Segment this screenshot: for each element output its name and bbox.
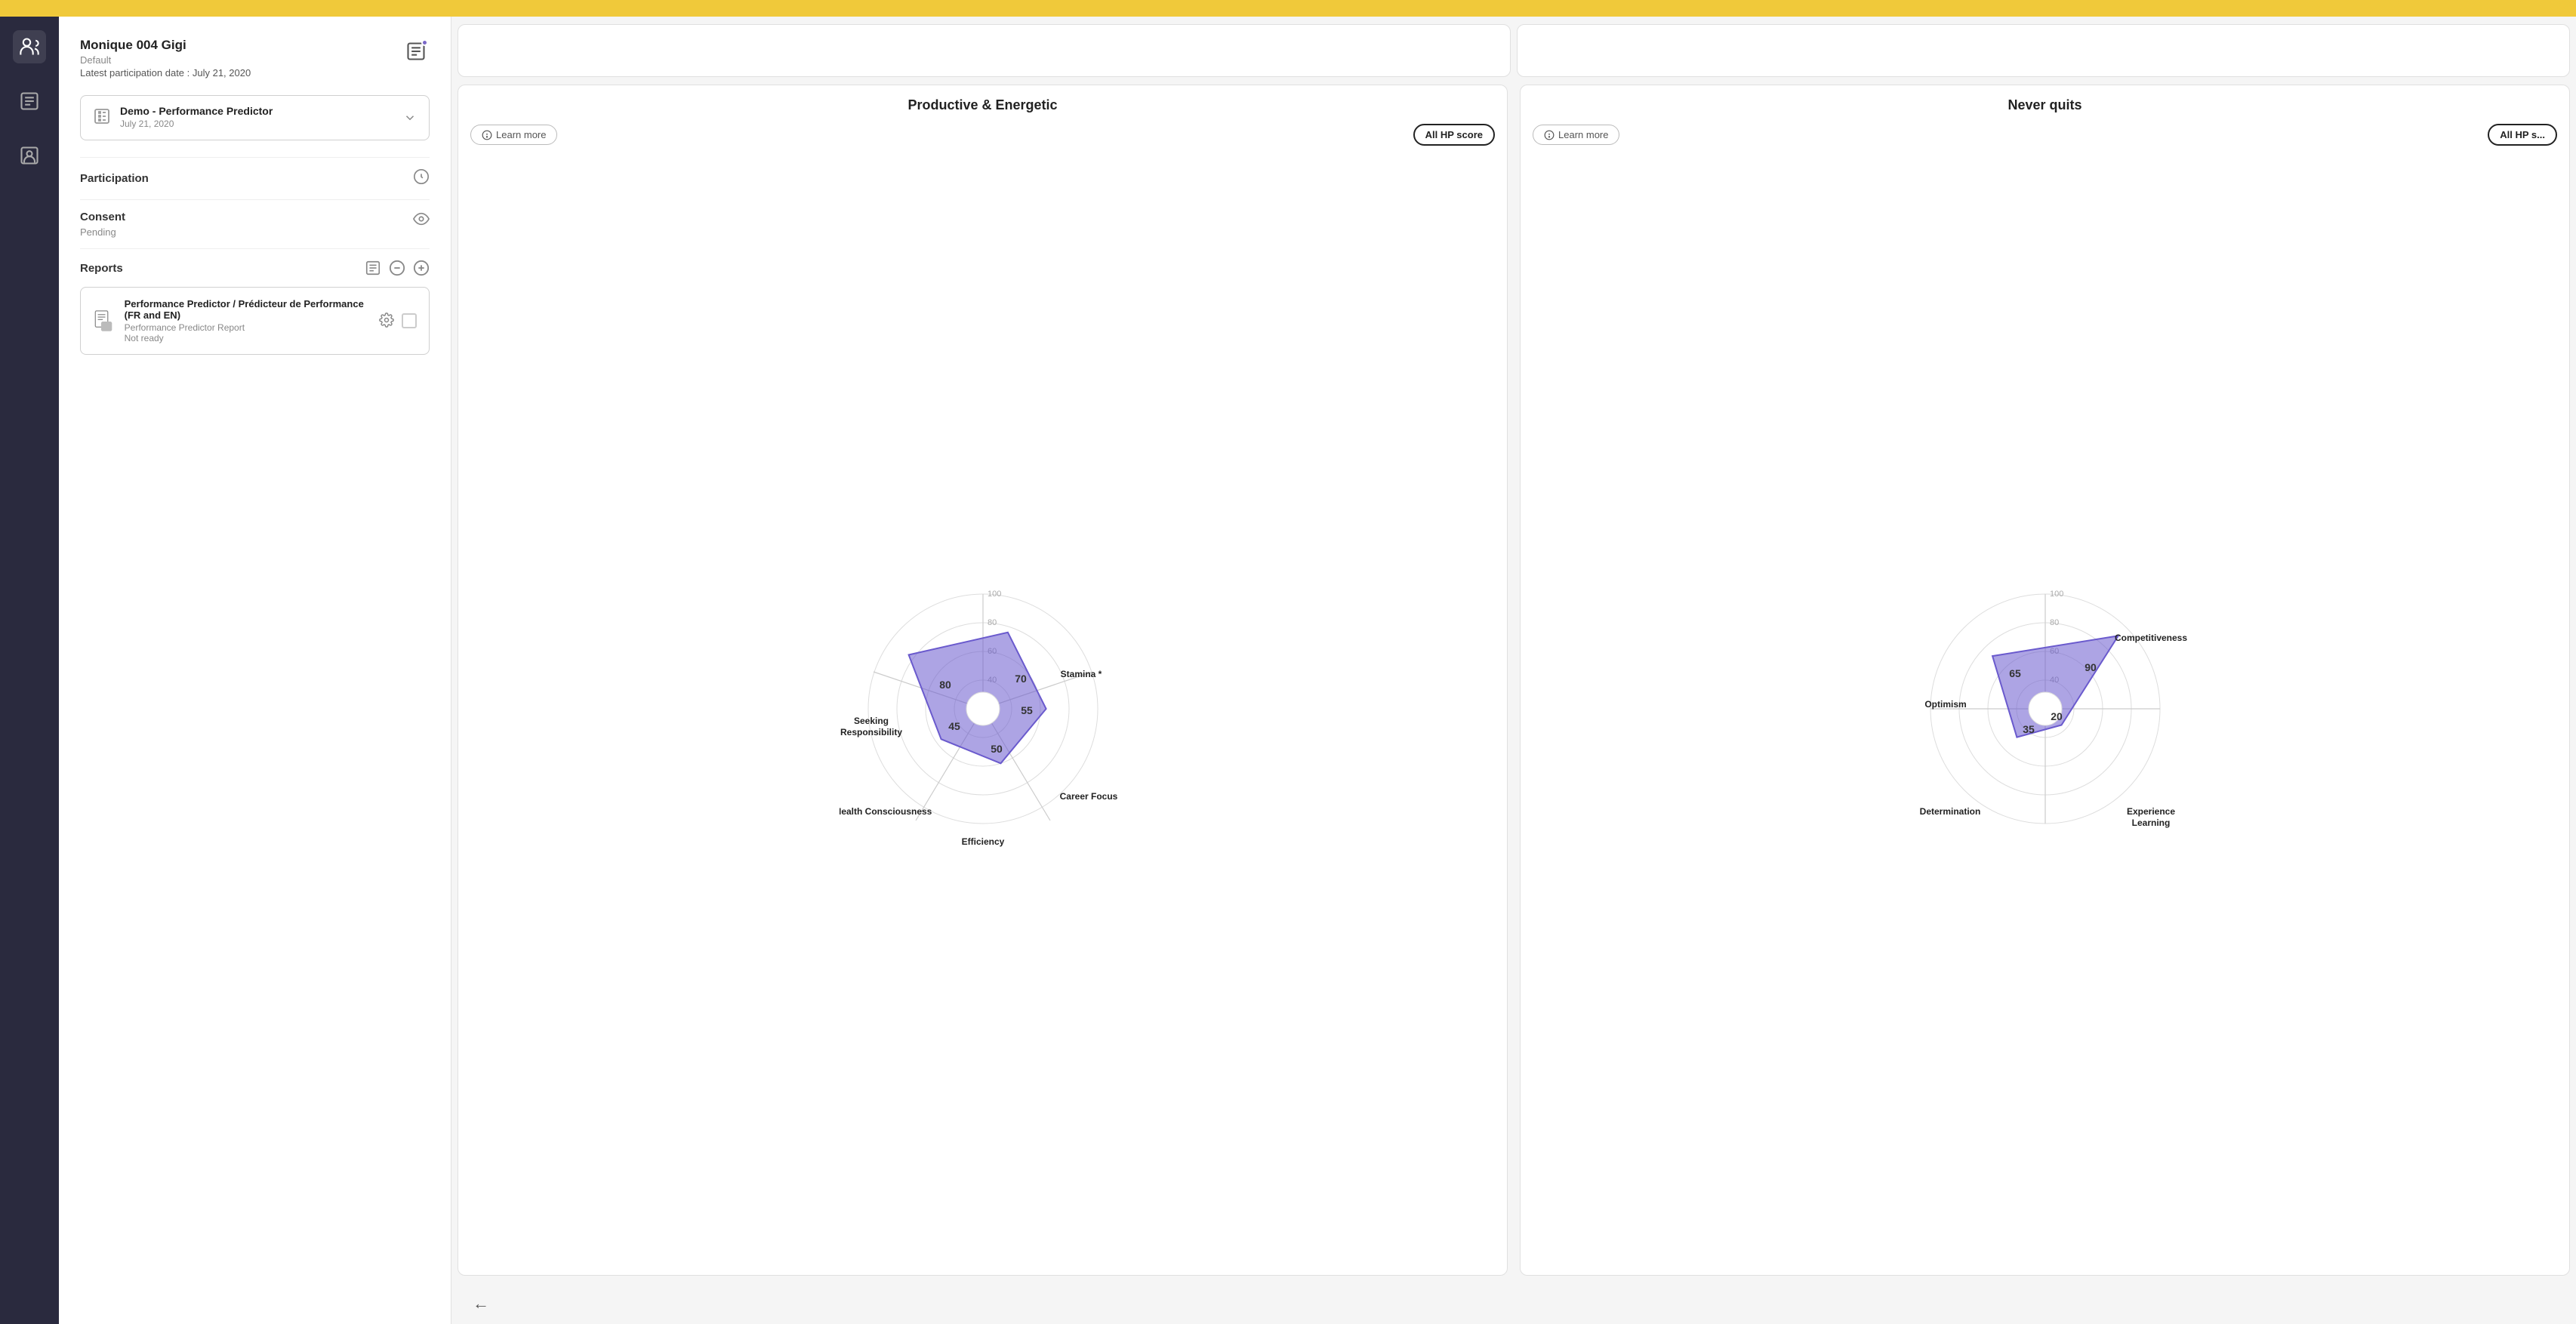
assessment-date: July 21, 2020: [120, 119, 174, 129]
chart-1-title: Productive & Energetic: [470, 97, 1495, 113]
svg-text:65: 65: [2009, 667, 2021, 679]
svg-text:Experience: Experience: [2126, 806, 2174, 817]
svg-text:Determination: Determination: [1919, 806, 1980, 817]
top-bar: [0, 0, 2576, 17]
chart-1-controls: Learn more All HP score: [470, 124, 1495, 146]
svg-text:90: 90: [2085, 661, 2097, 673]
learn-more-button-1[interactable]: Learn more: [470, 125, 557, 145]
chart-productive-energetic: Productive & Energetic Learn more All HP…: [458, 85, 1508, 1276]
charts-row: Productive & Energetic Learn more All HP…: [451, 77, 2576, 1283]
report-checkbox[interactable]: [402, 313, 417, 328]
top-partial-row: [451, 17, 2576, 77]
svg-text:Responsibility: Responsibility: [840, 727, 901, 737]
back-arrow-button[interactable]: ←: [473, 1294, 489, 1313]
report-title: Performance Predictor / Prédicteur de Pe…: [125, 298, 370, 321]
consent-status: Pending: [80, 226, 125, 238]
svg-text:100: 100: [2050, 590, 2063, 599]
participation-icon[interactable]: [413, 168, 430, 189]
svg-text:70: 70: [1015, 673, 1027, 685]
svg-text:Career Focus: Career Focus: [1059, 791, 1117, 802]
chart-2-controls: Learn more All HP s...: [1533, 124, 2557, 146]
main-content: Productive & Energetic Learn more All HP…: [451, 17, 2576, 1324]
assessment-title: Demo - Performance Predictor: [120, 105, 273, 117]
sidebar-icon-users[interactable]: [13, 30, 46, 63]
reports-section: Reports: [80, 248, 430, 365]
chart-never-quits: Never quits Learn more All HP s...: [1520, 85, 2570, 1276]
bottom-nav: ←: [451, 1283, 2576, 1324]
svg-text:20: 20: [2051, 710, 2063, 722]
svg-text:Learning: Learning: [2131, 817, 2170, 828]
svg-text:Competitiveness: Competitiveness: [2114, 633, 2186, 643]
svg-text:80: 80: [939, 679, 951, 691]
svg-text:100: 100: [988, 590, 1001, 599]
edit-dot: [421, 39, 428, 46]
consent-eye-icon[interactable]: [413, 211, 430, 231]
sidebar: [0, 17, 59, 1324]
svg-text:Seeking: Seeking: [853, 716, 888, 726]
radar-chart-2: 40 60 80 100: [1902, 565, 2189, 852]
learn-more-button-2[interactable]: Learn more: [1533, 125, 1619, 145]
top-partial-card-1: [458, 24, 1511, 77]
chart-2-radar: 40 60 80 100: [1533, 155, 2557, 1263]
assessment-icon: [93, 107, 111, 129]
sidebar-icon-list[interactable]: [13, 85, 46, 118]
svg-text:35: 35: [2023, 723, 2035, 735]
consent-section: Consent Pending: [80, 199, 430, 248]
user-group: Default: [80, 54, 251, 66]
chart-2-title: Never quits: [1533, 97, 2557, 113]
reports-actions: [365, 260, 430, 276]
top-partial-card-2: [1517, 24, 2570, 77]
info-circle-icon-2: [1544, 130, 1555, 140]
reports-plus-icon[interactable]: [413, 260, 430, 276]
svg-text:Health Consciousness: Health Consciousness: [840, 806, 932, 817]
svg-text:80: 80: [2050, 618, 2059, 627]
report-card: Performance Predictor / Prédicteur de Pe…: [80, 287, 430, 355]
radar-chart-1: 40 60 80 100: [840, 565, 1126, 852]
chart-1-radar: 40 60 80 100: [470, 155, 1495, 1263]
svg-text:Stamina *: Stamina *: [1060, 669, 1102, 679]
participation-label: Participation: [80, 172, 149, 185]
edit-button[interactable]: [402, 38, 430, 67]
svg-text:45: 45: [948, 720, 960, 732]
reports-label: Reports: [80, 262, 123, 275]
svg-text:Optimism: Optimism: [1924, 699, 1966, 710]
info-circle-icon-1: [482, 130, 492, 140]
report-gear-button[interactable]: [379, 313, 394, 330]
user-info: Monique 004 Gigi Default Latest particip…: [80, 38, 251, 79]
participation-date: Latest participation date : July 21, 202…: [80, 67, 251, 79]
left-panel: Monique 004 Gigi Default Latest particip…: [59, 17, 451, 1324]
report-thumbnail-icon: [93, 307, 116, 334]
chevron-down-icon: [403, 111, 417, 125]
report-status: Not ready: [125, 333, 370, 343]
reports-doc-icon[interactable]: [365, 260, 381, 276]
assessment-dropdown[interactable]: Demo - Performance Predictor July 21, 20…: [80, 95, 430, 140]
svg-text:80: 80: [988, 618, 997, 627]
svg-text:Efficiency: Efficiency: [961, 836, 1004, 847]
all-hp-score-button-1[interactable]: All HP score: [1413, 124, 1495, 146]
svg-text:50: 50: [991, 743, 1003, 755]
all-hp-score-button-2[interactable]: All HP s...: [2488, 124, 2557, 146]
report-subtitle: Performance Predictor Report: [125, 322, 370, 333]
participation-section: Participation: [80, 157, 430, 199]
sidebar-icon-contacts[interactable]: [13, 139, 46, 172]
user-header: Monique 004 Gigi Default Latest particip…: [80, 38, 430, 79]
svg-text:55: 55: [1021, 704, 1033, 716]
reports-minus-icon[interactable]: [389, 260, 405, 276]
user-name: Monique 004 Gigi: [80, 38, 251, 53]
consent-label: Consent: [80, 211, 125, 223]
